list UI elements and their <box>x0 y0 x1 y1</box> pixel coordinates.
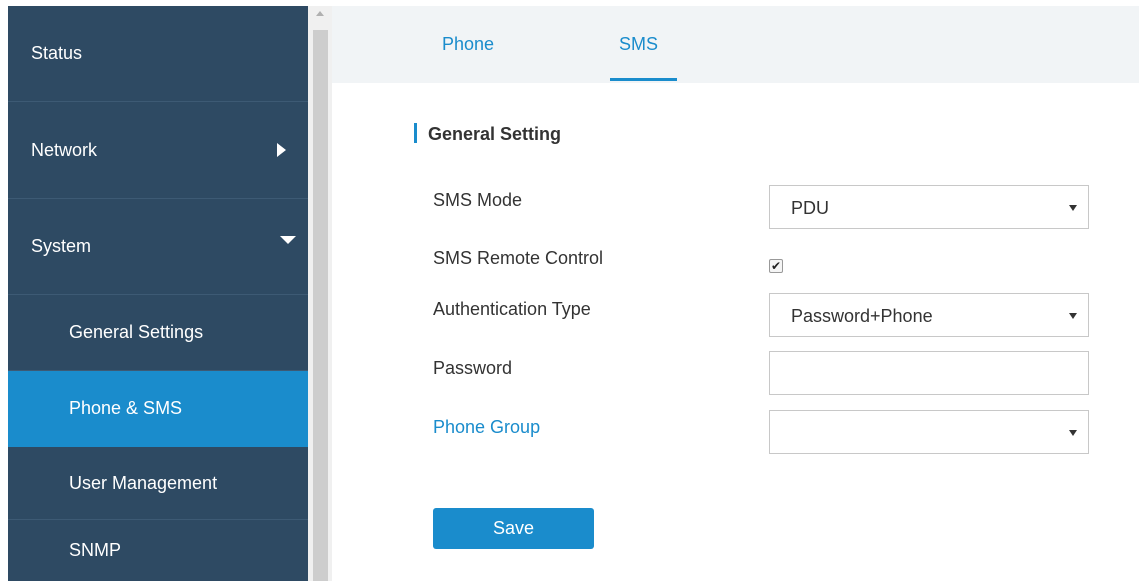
sms-remote-control-label: SMS Remote Control <box>433 248 604 268</box>
authentication-type-value: Password+Phone <box>791 306 933 326</box>
main-content: General Setting SMS Mode PDU SMS Remote … <box>332 83 1139 581</box>
sidebar-item-phone-sms[interactable]: Phone & SMS <box>8 371 308 447</box>
caret-down-icon <box>1069 313 1077 319</box>
checkmark-icon: ✔ <box>770 259 782 273</box>
sidebar-item-snmp[interactable]: SNMP <box>8 520 308 581</box>
phone-group-select[interactable] <box>769 410 1089 454</box>
tab-phone[interactable]: Phone <box>442 34 494 55</box>
password-input[interactable] <box>769 351 1089 395</box>
tab-sms[interactable]: SMS <box>619 34 658 55</box>
sms-mode-select[interactable]: PDU <box>769 185 1089 229</box>
sidebar-item-label: System <box>31 236 92 256</box>
tab-bar: Phone SMS <box>332 6 1139 83</box>
tab-active-indicator <box>610 78 677 81</box>
sms-mode-label: SMS Mode <box>433 190 523 210</box>
sidebar-item-label: Network <box>31 139 98 160</box>
chevron-right-icon <box>277 143 286 157</box>
sidebar-item-general-settings[interactable]: General Settings <box>8 295 308 371</box>
save-button[interactable]: Save <box>433 508 594 549</box>
authentication-type-select[interactable]: Password+Phone <box>769 293 1089 337</box>
phone-group-link[interactable]: Phone Group <box>433 417 540 438</box>
sidebar-item-label: Status <box>31 43 83 63</box>
section-accent-bar <box>414 123 417 143</box>
save-button-label: Save <box>492 518 535 538</box>
sms-mode-value: PDU <box>791 198 830 218</box>
sms-remote-control-checkbox[interactable]: ✔ <box>769 259 783 273</box>
scroll-up-arrow-icon[interactable] <box>316 11 324 16</box>
sidebar-item-label: User Management <box>69 472 218 493</box>
sidebar-item-label: SNMP <box>69 540 122 560</box>
sidebar: Status Network System General Settings P… <box>8 6 308 581</box>
authentication-type-label: Authentication Type <box>433 299 591 319</box>
sidebar-item-user-management[interactable]: User Management <box>8 447 308 520</box>
sidebar-item-system[interactable]: System <box>8 199 308 295</box>
section-title: General Setting <box>428 124 562 144</box>
password-label: Password <box>433 358 513 378</box>
sidebar-item-label: General Settings <box>69 322 204 342</box>
chevron-down-icon <box>280 236 296 244</box>
sidebar-item-status[interactable]: Status <box>8 6 308 102</box>
sidebar-item-network[interactable]: Network <box>8 102 308 199</box>
sidebar-item-label: Phone & SMS <box>69 398 183 418</box>
scrollbar-thumb[interactable] <box>313 30 328 581</box>
caret-down-icon <box>1069 430 1077 436</box>
caret-down-icon <box>1069 205 1077 211</box>
sidebar-scrollbar[interactable] <box>308 6 332 581</box>
